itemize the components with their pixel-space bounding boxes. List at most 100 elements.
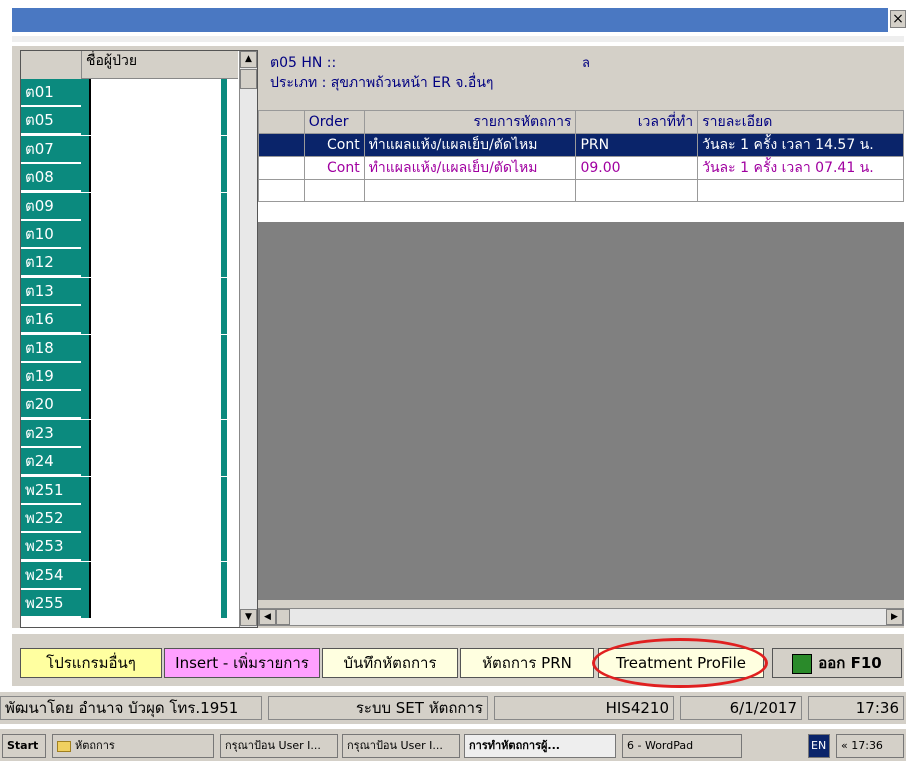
save-procedure-button[interactable]: บันทึกหัตถการ <box>322 648 458 678</box>
row-indicator <box>258 156 305 180</box>
patient-name-cell <box>81 363 91 391</box>
scroll-up-arrow-icon[interactable]: ▲ <box>240 51 257 68</box>
scroll-thumb[interactable] <box>240 69 257 89</box>
patient-list-scrollbar[interactable]: ▲ ▼ <box>239 51 257 627</box>
patient-list-row[interactable]: ต01 <box>21 79 239 107</box>
patient-list-row[interactable]: ต05 <box>21 107 239 136</box>
patient-code: ต24 <box>21 448 81 476</box>
patient-type-line: ประเภท : สุขภาพถ้วนหน้า ER จ.อื่นๆ <box>270 75 494 91</box>
scroll-down-arrow-icon[interactable]: ▼ <box>240 609 257 626</box>
scroll-left-arrow-icon[interactable]: ◀ <box>259 609 276 625</box>
grid-header-procedure: รายการหัตถการ <box>363 110 577 134</box>
cell-order: Cont <box>303 133 365 157</box>
patient-name-cell <box>81 277 91 306</box>
patient-code: ต13 <box>21 277 81 305</box>
grid-header-indicator <box>258 110 305 134</box>
patient-list-row[interactable]: พ251 <box>21 476 239 505</box>
patient-name-edge <box>221 419 227 448</box>
patient-list-row[interactable]: ต19 <box>21 363 239 391</box>
exit-button[interactable]: ออก F10 <box>772 648 902 678</box>
patient-list-row[interactable]: ต18 <box>21 334 239 363</box>
patient-list-corner <box>21 51 82 80</box>
tray-expand-icon[interactable]: « <box>841 739 848 752</box>
cell-detail: วันละ 1 ครั้ง เวลา 14.57 น. <box>697 133 904 157</box>
patient-code: ต09 <box>21 192 81 220</box>
status-system: ระบบ SET หัตถการ <box>268 696 488 720</box>
patient-list-row[interactable]: พ254 <box>21 561 239 590</box>
patient-list-row[interactable]: ต13 <box>21 277 239 306</box>
patient-list-row[interactable]: พ252 <box>21 505 239 533</box>
status-developer: พัฒนาโดย อำนาจ บัวผุด โทร.1951 <box>0 696 262 720</box>
patient-list-row[interactable]: ต08 <box>21 164 239 193</box>
patient-name-edge <box>221 221 227 249</box>
taskbar-item-active[interactable]: การทำหัตถการผู้... <box>464 734 616 758</box>
patient-name-cell <box>81 391 91 420</box>
patient-code: ต16 <box>21 306 81 334</box>
highlight-annotation <box>592 638 768 688</box>
patient-list-row[interactable]: ต10 <box>21 221 239 249</box>
patient-list-row[interactable]: ต07 <box>21 135 239 164</box>
patient-name-cell <box>81 221 91 249</box>
language-indicator[interactable]: EN <box>808 734 830 758</box>
patient-list-row[interactable]: ต23 <box>21 419 239 448</box>
scroll-right-arrow-icon[interactable]: ▶ <box>886 609 903 625</box>
patient-code: ต12 <box>21 249 81 277</box>
patient-list-row[interactable]: พ253 <box>21 533 239 562</box>
patient-list-row[interactable]: ต09 <box>21 192 239 221</box>
patient-name-edge <box>221 79 227 107</box>
taskbar-item[interactable]: หัตถการ <box>52 734 214 758</box>
table-row[interactable]: Cont ทำแผลแห้ง/แผลเย็บ/ตัดไหม 09.00 วันล… <box>258 156 904 180</box>
patient-name-cell <box>81 505 91 533</box>
clock-label: 17:36 <box>851 739 883 752</box>
grid-header-detail: รายละเอียด <box>697 110 904 134</box>
patient-code: ต08 <box>21 164 81 192</box>
row-indicator <box>258 133 305 157</box>
patient-list-row[interactable]: พ255 <box>21 590 239 619</box>
patient-name-edge <box>221 135 227 164</box>
start-button[interactable]: Start <box>2 734 46 758</box>
patient-list-row[interactable]: ต24 <box>21 448 239 477</box>
patient-list[interactable]: ชื่อผู้ป่วย ต01 ต05 ต07 ต08 ต09 ต10 ต12 ต13 ต16 ต… <box>20 50 258 628</box>
patient-code: ต05 <box>21 107 81 135</box>
grid-header-time: เวลาที่ทำ <box>575 110 699 134</box>
insert-button[interactable]: Insert - เพิ่มรายการ <box>164 648 320 678</box>
grid-horizontal-scrollbar[interactable]: ◀ ▶ <box>258 608 904 626</box>
patient-code: ต10 <box>21 221 81 248</box>
patient-name-edge <box>221 505 227 533</box>
taskbar-item[interactable]: กรุณาป้อน User I... <box>220 734 338 758</box>
prn-procedure-button[interactable]: หัตถการ PRN <box>460 648 594 678</box>
patient-name-edge <box>221 561 227 590</box>
scroll-thumb-horizontal[interactable] <box>276 609 290 625</box>
cell-procedure: ทำแผลแห้ง/แผลเย็บ/ตัดไหม <box>363 156 577 180</box>
patient-code: พ253 <box>21 533 81 561</box>
patient-list-row[interactable]: ต16 <box>21 306 239 335</box>
patient-name-edge <box>221 164 227 193</box>
cell-time: PRN <box>575 133 699 157</box>
taskbar-item[interactable]: กรุณาป้อน User I... <box>342 734 460 758</box>
patient-hn-line: ต05 HN :: <box>270 55 337 71</box>
other-programs-button[interactable]: โปรแกรมอื่นๆ <box>20 648 162 678</box>
taskbar-item[interactable]: 6 - WordPad <box>622 734 742 758</box>
patient-name-cell <box>81 334 91 363</box>
patient-name-cell <box>81 249 91 278</box>
patient-name-edge <box>221 448 227 477</box>
patient-name-edge <box>221 306 227 335</box>
close-button[interactable]: × <box>890 10 906 28</box>
cell-detail: วันละ 1 ครั้ง เวลา 07.41 น. <box>697 156 904 180</box>
status-date: 6/1/2017 <box>680 696 802 720</box>
patient-name-cell <box>81 533 91 562</box>
patient-list-row[interactable]: ต12 <box>21 249 239 278</box>
menu-strip <box>12 36 904 42</box>
status-time: 17:36 <box>808 696 904 720</box>
patient-name-cell <box>81 164 91 193</box>
patient-code: พ255 <box>21 590 81 618</box>
patient-name-edge <box>221 277 227 306</box>
patient-name-cell <box>81 476 91 505</box>
order-table: Order รายการหัตถการ เวลาที่ทำ รายละเอียด… <box>258 110 904 202</box>
table-row-empty[interactable] <box>258 179 904 202</box>
order-grid[interactable]: Order รายการหัตถการ เวลาที่ทำ รายละเอียด… <box>258 110 904 600</box>
patient-list-row[interactable]: ต20 <box>21 391 239 420</box>
patient-name-cell <box>81 107 91 136</box>
exit-label: ออก F10 <box>818 654 882 672</box>
table-row[interactable]: Cont ทำแผลแห้ง/แผลเย็บ/ตัดไหม PRN วันละ … <box>258 133 904 157</box>
